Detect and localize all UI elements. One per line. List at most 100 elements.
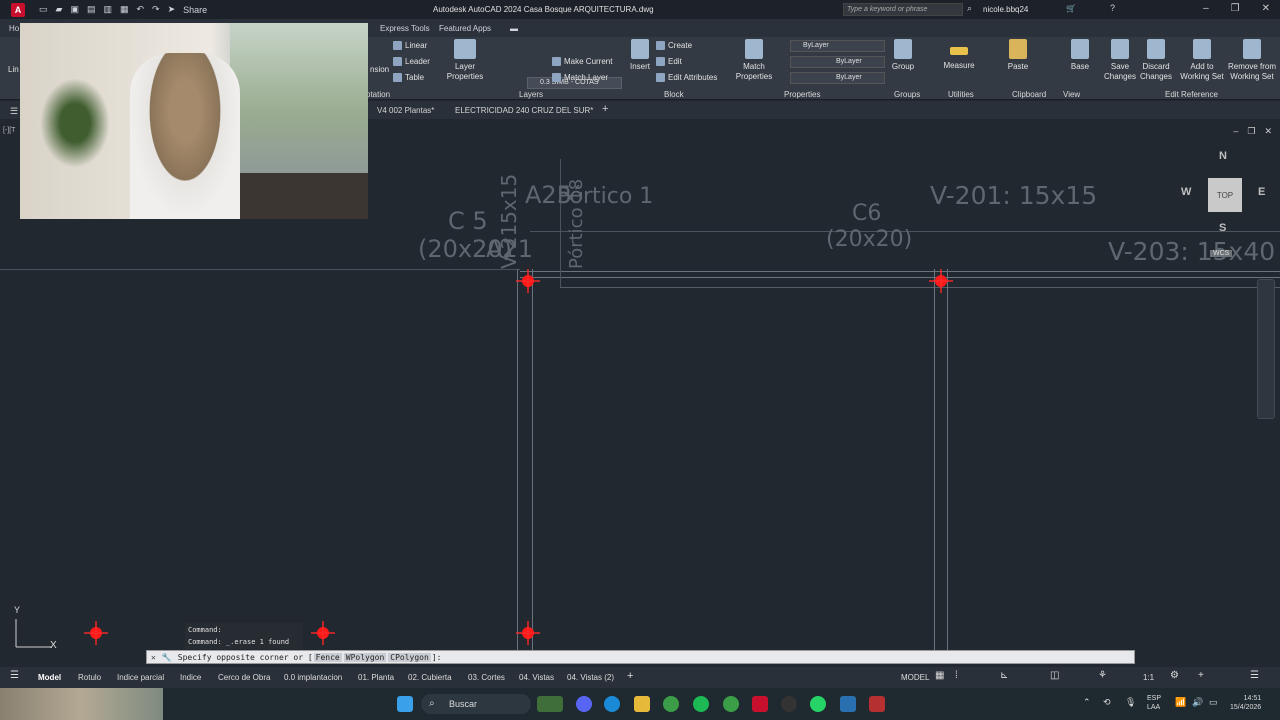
match-properties-button[interactable]: Match Properties bbox=[735, 39, 773, 82]
group-button[interactable]: Group bbox=[890, 39, 916, 72]
edit-block-button[interactable]: Edit bbox=[656, 57, 682, 67]
taskbar-search[interactable]: Buscar bbox=[421, 694, 531, 714]
panel-edit-reference[interactable]: Edit Reference bbox=[1165, 90, 1218, 99]
tray-overflow-icon[interactable]: ⌃ bbox=[1083, 698, 1091, 707]
viewport-restore-icon[interactable]: ❐ bbox=[1247, 126, 1255, 137]
tab-express-tools[interactable]: Express Tools bbox=[380, 24, 430, 33]
app-menu-icon[interactable]: ☰ bbox=[10, 106, 18, 117]
windows-start-icon[interactable] bbox=[397, 696, 413, 712]
panel-utilities[interactable]: Utilities bbox=[948, 90, 974, 99]
forest-widget-icon[interactable] bbox=[537, 696, 563, 712]
model-space-toggle[interactable]: MODEL bbox=[901, 673, 929, 682]
tab-cortes[interactable]: 03. Cortes bbox=[468, 673, 505, 682]
tab-vistas-2[interactable]: 04. Vistas (2) bbox=[567, 673, 614, 682]
winrar-icon[interactable] bbox=[869, 696, 885, 712]
line-button[interactable]: Lin bbox=[8, 65, 19, 74]
whatsapp-icon[interactable] bbox=[810, 696, 826, 712]
dimension-button[interactable]: nsion bbox=[370, 65, 389, 74]
share-icon[interactable]: ➤ bbox=[168, 4, 176, 15]
undo-icon[interactable]: ↶ bbox=[137, 4, 145, 15]
command-close-icon[interactable]: ✕ bbox=[151, 653, 156, 662]
save-icon[interactable]: ▣ bbox=[70, 4, 79, 15]
share-button[interactable]: Share bbox=[183, 5, 207, 15]
customize-menu-icon[interactable]: ☰ bbox=[1250, 670, 1259, 681]
chrome-icon[interactable] bbox=[663, 696, 679, 712]
viewcube[interactable]: TOP N S E W WCS bbox=[1180, 150, 1270, 257]
redo-icon[interactable]: ↷ bbox=[152, 4, 160, 15]
command-option-fence[interactable]: Fence bbox=[313, 652, 342, 662]
plot-icon[interactable]: ▦ bbox=[120, 4, 129, 15]
taskbar-weather-thumbnail[interactable] bbox=[0, 688, 163, 720]
compass-west[interactable]: W bbox=[1181, 186, 1191, 198]
linetype-dropdown[interactable]: ByLayer bbox=[790, 56, 885, 68]
ortho-icon[interactable]: ⊾ bbox=[1000, 670, 1008, 681]
grip-point[interactable] bbox=[516, 269, 540, 293]
compass-north[interactable]: N bbox=[1219, 150, 1227, 162]
panel-annotation[interactable]: otation bbox=[366, 90, 390, 99]
plus-icon[interactable]: + bbox=[1198, 670, 1204, 681]
discord-icon[interactable] bbox=[576, 696, 592, 712]
leader-button[interactable]: Leader bbox=[393, 57, 430, 67]
doc-tab-plantas[interactable]: V4 002 Plantas* bbox=[377, 106, 434, 115]
ribbon-options-icon[interactable]: ▬ bbox=[510, 24, 518, 33]
tab-rotulo[interactable]: Rotulo bbox=[78, 673, 101, 682]
volume-icon[interactable]: 🔊 bbox=[1192, 698, 1203, 707]
panel-clipboard[interactable]: Clipboard bbox=[1012, 90, 1046, 99]
new-tab-icon[interactable]: + bbox=[602, 103, 608, 115]
tab-indice-parcial[interactable]: Indice parcial bbox=[117, 673, 164, 682]
command-option-wpolygon[interactable]: WPolygon bbox=[343, 652, 387, 662]
navigation-bar[interactable] bbox=[1257, 279, 1275, 419]
tab-model[interactable]: Model bbox=[38, 673, 61, 682]
osnap-icon[interactable]: ◫ bbox=[1050, 670, 1059, 681]
save-as-icon[interactable]: ▤ bbox=[87, 4, 96, 15]
snap-icon[interactable]: ⁞ bbox=[955, 670, 958, 681]
base-view-button[interactable]: Base bbox=[1066, 39, 1094, 72]
language-indicator[interactable]: ESP LAA bbox=[1147, 694, 1161, 712]
match-layer-button[interactable]: Match Layer bbox=[552, 73, 608, 83]
panel-view[interactable]: View bbox=[1063, 90, 1080, 99]
tab-cerco-obra[interactable]: Cerco de Obra bbox=[218, 673, 270, 682]
microphone-icon[interactable]: 🎙 bbox=[1125, 698, 1136, 707]
lineweight-dropdown[interactable]: ByLayer bbox=[790, 72, 885, 84]
web-mobile-icon[interactable]: ▥ bbox=[103, 4, 112, 15]
doc-tab-electricidad[interactable]: ELECTRICIDAD 240 CRUZ DEL SUR* bbox=[455, 106, 593, 115]
tab-cubierta[interactable]: 02. Cubierta bbox=[408, 673, 452, 682]
command-customize-icon[interactable]: 🔧 bbox=[162, 653, 172, 662]
minimize-icon[interactable]: – bbox=[1203, 3, 1209, 14]
help-search-input[interactable]: Type a keyword or phrase bbox=[843, 3, 963, 16]
edge-icon[interactable] bbox=[604, 696, 620, 712]
add-layout-icon[interactable]: + bbox=[627, 670, 633, 682]
app-icon[interactable] bbox=[840, 696, 856, 712]
grip-point[interactable] bbox=[516, 621, 540, 645]
insert-button[interactable]: Insert bbox=[627, 39, 653, 72]
obs-icon[interactable] bbox=[781, 696, 797, 712]
linear-dim-button[interactable]: Linear bbox=[393, 41, 427, 51]
tab-featured-apps[interactable]: Featured Apps bbox=[439, 24, 491, 33]
new-icon[interactable]: ▭ bbox=[39, 4, 48, 15]
search-icon[interactable]: ⌕ bbox=[967, 3, 972, 14]
user-account[interactable]: nicole.bbq24 bbox=[983, 5, 1028, 14]
viewcube-top-face[interactable]: TOP bbox=[1208, 178, 1242, 212]
discard-changes-button[interactable]: Discard Changes bbox=[1137, 39, 1175, 82]
layout-menu-icon[interactable]: ☰ bbox=[10, 670, 19, 681]
annotation-scale[interactable]: 1:1 bbox=[1143, 673, 1154, 682]
spotify-icon[interactable] bbox=[693, 696, 709, 712]
edit-attributes-button[interactable]: Edit Attributes bbox=[656, 73, 717, 83]
tab-home[interactable]: Ho bbox=[9, 24, 19, 33]
chrome-profile-icon[interactable] bbox=[723, 696, 739, 712]
file-explorer-icon[interactable] bbox=[634, 696, 650, 712]
clock[interactable]: 14:51 15/4/2026 bbox=[1230, 694, 1261, 712]
measure-button[interactable]: Measure bbox=[941, 39, 977, 71]
open-icon[interactable]: ▰ bbox=[56, 4, 63, 15]
compass-east[interactable]: E bbox=[1258, 186, 1265, 198]
paste-button[interactable]: Paste bbox=[1004, 39, 1032, 72]
grip-point[interactable] bbox=[84, 621, 108, 645]
maximize-icon[interactable]: ❐ bbox=[1231, 3, 1240, 14]
remove-working-set-button[interactable]: Remove from Working Set bbox=[1226, 39, 1278, 82]
autocad-logo-icon[interactable]: A bbox=[11, 2, 25, 17]
tab-planta[interactable]: 01. Planta bbox=[358, 673, 394, 682]
viewport-close-icon[interactable]: ✕ bbox=[1264, 126, 1272, 137]
panel-groups[interactable]: Groups bbox=[894, 90, 920, 99]
annotation-scale-icon[interactable]: ⚘ bbox=[1098, 670, 1107, 681]
layer-properties-button[interactable]: Layer Properties bbox=[445, 39, 485, 82]
